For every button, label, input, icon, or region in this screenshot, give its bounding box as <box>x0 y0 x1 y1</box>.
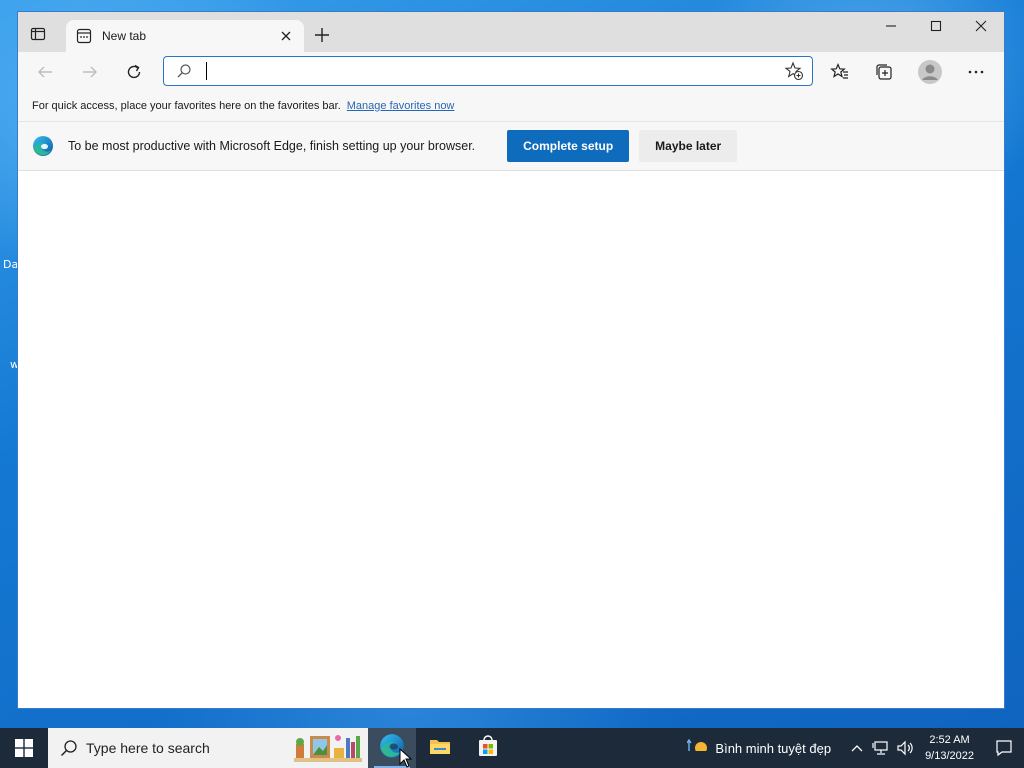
desktop-icon-label[interactable]: Da <box>3 258 18 271</box>
file-explorer-icon <box>428 734 452 762</box>
back-icon[interactable] <box>32 59 58 85</box>
sunrise-icon <box>686 737 710 759</box>
maybe-later-button[interactable]: Maybe later <box>639 130 738 162</box>
infobar-message: To be most productive with Microsoft Edg… <box>68 139 476 153</box>
maximize-icon[interactable] <box>913 12 959 40</box>
taskbar: Type here to search Bình minh tuyệt đẹp … <box>0 728 1024 768</box>
weather-text: Bình minh tuyệt đẹp <box>715 740 832 756</box>
taskbar-file-explorer-app[interactable] <box>416 728 464 768</box>
network-icon[interactable] <box>869 728 893 768</box>
add-favorite-icon[interactable] <box>784 61 804 81</box>
new-tab-button[interactable] <box>312 25 332 45</box>
favorites-bar: For quick access, place your favorites h… <box>18 90 1004 122</box>
browser-toolbar <box>18 52 1004 90</box>
clock[interactable]: 2:52 AM 9/13/2022 <box>925 732 974 764</box>
taskbar-search-box[interactable]: Type here to search <box>48 728 368 768</box>
profile-avatar[interactable] <box>917 59 943 85</box>
refresh-icon[interactable] <box>121 59 147 85</box>
page-content <box>18 171 1004 708</box>
notification-center-icon[interactable] <box>984 728 1024 768</box>
weather-widget[interactable]: Bình minh tuyệt đẹp <box>686 737 832 759</box>
favorites-icon[interactable] <box>827 59 853 85</box>
tab-title: New tab <box>102 29 147 43</box>
manage-favorites-link[interactable]: Manage favorites now <box>347 100 455 112</box>
clock-time: 2:52 AM <box>929 734 970 746</box>
search-placeholder: Type here to search <box>86 740 210 756</box>
clock-date: 9/13/2022 <box>925 750 974 762</box>
volume-icon[interactable] <box>893 728 917 768</box>
show-hidden-icons-chevron-icon[interactable] <box>845 728 869 768</box>
close-icon[interactable] <box>958 12 1004 40</box>
newtab-page-icon <box>76 28 92 44</box>
system-tray: Bình minh tuyệt đẹp 2:52 AM 9/13/2022 <box>686 728 1024 768</box>
minimize-icon[interactable] <box>868 12 914 40</box>
favorites-bar-text: For quick access, place your favorites h… <box>32 99 341 112</box>
tab-actions-icon[interactable] <box>30 26 46 42</box>
taskbar-store-app[interactable] <box>464 728 512 768</box>
address-bar[interactable] <box>163 56 813 86</box>
mouse-pointer-icon <box>399 747 413 768</box>
search-icon <box>60 739 78 757</box>
forward-icon[interactable] <box>77 59 103 85</box>
tab-close-icon[interactable] <box>278 28 294 44</box>
more-options-icon[interactable] <box>963 59 989 85</box>
title-bar: New tab <box>18 12 1004 52</box>
windows-logo-icon <box>15 739 33 757</box>
search-icon <box>176 63 192 79</box>
setup-infobar: To be most productive with Microsoft Edg… <box>18 122 1004 171</box>
address-input[interactable] <box>207 57 784 85</box>
browser-window: New tab For quick access, place your fav… <box>17 11 1005 709</box>
tab-new-tab[interactable]: New tab <box>66 20 304 52</box>
edge-logo-icon <box>32 135 54 157</box>
store-icon <box>476 734 500 762</box>
collections-icon[interactable] <box>871 59 897 85</box>
start-button[interactable] <box>0 728 48 768</box>
complete-setup-button[interactable]: Complete setup <box>507 130 630 162</box>
search-highlight-illustration <box>290 730 366 766</box>
